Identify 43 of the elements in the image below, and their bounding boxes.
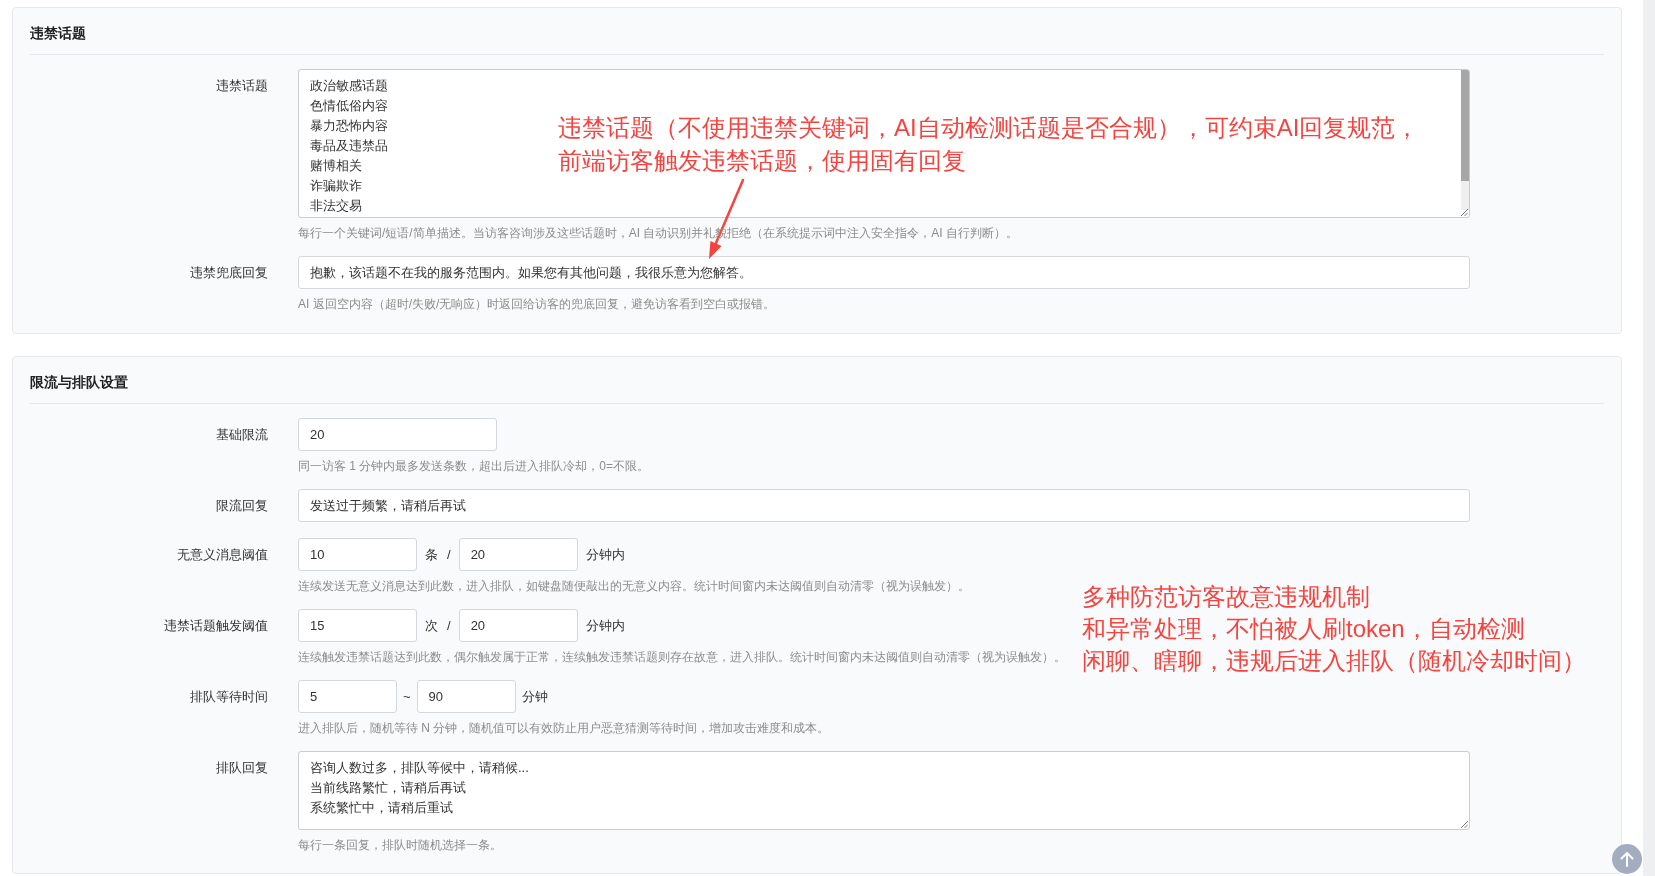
unit-text: / xyxy=(446,546,452,564)
number-input[interactable]: 20 xyxy=(458,609,578,642)
field-label: 无意义消息阈值 xyxy=(176,546,268,564)
help-text: 连续触发违禁话题达到此数，偶尔触发属于正常，连续触发违禁话题则存在故意，进入排队。统计时间窗内未达阈值则自动清零（视为误触发）。 xyxy=(298,649,1066,666)
help-text: 每行一条回复，排队时随机选择一条。 xyxy=(298,837,502,854)
text-input[interactable]: 发送过于频繁，请稍后再试 xyxy=(298,489,1470,522)
field-label: 违禁兜底回复 xyxy=(189,264,268,282)
field-label: 基础限流 xyxy=(215,426,268,444)
scrollbar[interactable] xyxy=(1461,70,1469,210)
help-text: 连续发送无意义消息达到此数，进入排队，如键盘随便敲出的无意义内容。统计时间窗内未达阈值则自动清零（视为误触发）。 xyxy=(298,578,970,595)
field-label: 排队回复 xyxy=(215,759,268,777)
arrow-up-icon xyxy=(1620,851,1634,867)
number-input[interactable]: 20 xyxy=(458,538,578,571)
help-text: 同一访客 1 分钟内最多发送条数，超出后进入排队冷却，0=不限。 xyxy=(298,458,650,475)
page-scrollbar[interactable] xyxy=(1643,0,1655,876)
unit-text: ~ xyxy=(402,688,412,706)
section-title: 限流与排队设置 xyxy=(30,373,129,392)
section-title: 违禁话题 xyxy=(30,24,87,43)
number-input[interactable]: 20 xyxy=(298,418,497,451)
number-input[interactable]: 90 xyxy=(416,680,516,713)
number-input[interactable]: 10 xyxy=(298,538,417,571)
unit-text: 次 xyxy=(424,617,439,635)
field-label: 限流回复 xyxy=(215,497,268,515)
unit-text: / xyxy=(446,617,452,635)
text-input[interactable]: 抱歉，该话题不在我的服务范围内。如果您有其他问题，我很乐意为您解答。 xyxy=(298,256,1470,289)
field-label: 排队等待时间 xyxy=(189,688,268,706)
help-text: AI 返回空内容（超时/失败/无响应）时返回给访客的兜底回复，避免访客看到空白或报错。 xyxy=(298,296,776,313)
field-label: 违禁话题 xyxy=(215,77,268,95)
number-input[interactable]: 15 xyxy=(298,609,417,642)
number-input[interactable]: 5 xyxy=(298,680,397,713)
resize-grip-icon[interactable] xyxy=(1461,821,1468,828)
unit-text: 分钟 xyxy=(520,688,549,706)
resize-grip-icon[interactable] xyxy=(1461,209,1468,216)
back-to-top-button[interactable] xyxy=(1612,844,1642,874)
unit-text: 分钟内 xyxy=(584,617,626,635)
field-label: 违禁话题触发阈值 xyxy=(163,617,268,635)
scrollbar-thumb[interactable] xyxy=(1461,70,1469,181)
textarea-field[interactable]: 咨询人数过多，排队等候中，请稍候... 当前线路繁忙，请稍后再试 系统繁忙中，请稍后重试 xyxy=(298,751,1470,830)
help-text: 进入排队后，随机等待 N 分钟，随机值可以有效防止用户恶意猜测等待时间，增加攻击难度和成本。 xyxy=(298,720,830,737)
annotation-text: 违禁话题（不使用违禁关键词，AI自动检测话题是否合规），可约束AI回复规范， 前端访客触发违禁话题，使用固有回复 xyxy=(558,113,1420,176)
unit-text: 条 xyxy=(424,546,439,564)
unit-text: 分钟内 xyxy=(584,546,626,564)
annotation-text: 多种防范访客故意违规机制 和异常处理，不怕被人刷token，自动检测 闲聊、瞎聊，违规后进入排队（随机冷却时间） xyxy=(1082,582,1586,676)
